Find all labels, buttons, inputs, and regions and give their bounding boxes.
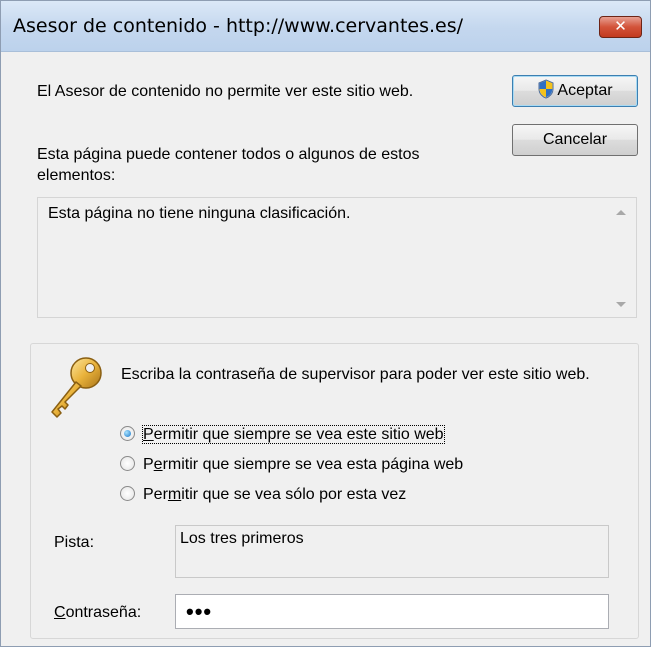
hint-label: Pista:	[54, 534, 95, 551]
title-bar[interactable]: Asesor de contenido - http://www.cervant…	[1, 1, 650, 52]
radio-button[interactable]	[120, 426, 135, 441]
rating-text: Esta página no tiene ninguna clasificaci…	[48, 205, 351, 222]
option-label: Permitir que siempre se vea esta página …	[143, 456, 464, 473]
rating-listbox[interactable]: Esta página no tiene ninguna clasificaci…	[37, 197, 637, 318]
blocked-message: El Asesor de contenido no permite ver es…	[37, 83, 414, 100]
key-icon	[51, 357, 102, 418]
elements-label: Esta página puede contener todos o algun…	[37, 146, 420, 184]
option-label: Permitir que siempre se vea este sitio w…	[142, 425, 445, 444]
scroll-down-arrow-icon[interactable]	[616, 302, 626, 307]
cancel-button[interactable]: Cancelar	[512, 124, 638, 156]
radio-button[interactable]	[120, 486, 135, 501]
password-input[interactable]: •••	[175, 594, 609, 629]
content-advisor-dialog: Asesor de contenido - http://www.cervant…	[0, 0, 651, 647]
window-title: Asesor de contenido - http://www.cervant…	[13, 15, 464, 37]
hint-field: Los tres primeros	[175, 525, 609, 578]
scroll-up-arrow-icon[interactable]	[616, 210, 626, 215]
close-button[interactable]: ✕	[599, 16, 642, 38]
option-always-page[interactable]: Permitir que siempre se vea esta página …	[120, 456, 463, 478]
password-value: •••	[186, 599, 213, 624]
accept-button[interactable]: Aceptar	[512, 75, 638, 107]
uac-shield-icon	[538, 79, 554, 99]
password-label: Contraseña:	[54, 604, 142, 621]
option-label: Permitir que se vea sólo por esta vez	[143, 486, 407, 503]
option-only-once[interactable]: Permitir que se vea sólo por esta vez	[120, 486, 406, 508]
supervisor-instruction: Escriba la contraseña de supervisor para…	[121, 366, 590, 383]
accept-label: Aceptar	[557, 82, 613, 99]
radio-button[interactable]	[120, 456, 135, 471]
option-always-site[interactable]: Permitir que siempre se vea este sitio w…	[120, 425, 445, 448]
hint-value: Los tres primeros	[180, 530, 304, 547]
